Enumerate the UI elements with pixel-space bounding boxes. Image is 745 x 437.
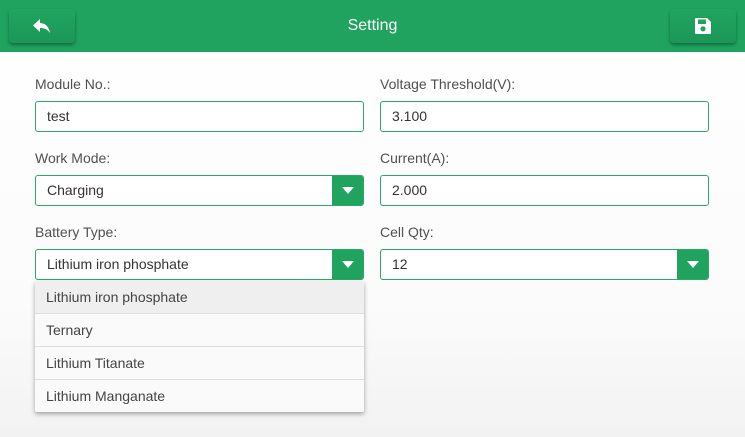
cell-qty-select[interactable]: 12 [380, 249, 709, 280]
module-no-label: Module No.: [35, 76, 111, 92]
battery-type-value: Lithium iron phosphate [47, 256, 189, 272]
page-title: Setting [347, 17, 398, 34]
save-icon [694, 17, 712, 35]
save-button[interactable] [670, 9, 736, 43]
dropdown-option-ternary[interactable]: Ternary [35, 314, 364, 347]
chevron-down-icon [686, 261, 699, 268]
current-value: 2.000 [392, 182, 428, 198]
current-input[interactable]: 2.000 [380, 175, 709, 206]
cell-qty-dropdown-button[interactable] [677, 250, 708, 279]
work-mode-select[interactable]: Charging [35, 175, 364, 206]
voltage-threshold-input[interactable]: 3.100 [380, 101, 709, 132]
voltage-threshold-label: Voltage Threshold(V): [380, 76, 516, 92]
cell-qty-label: Cell Qty: [380, 224, 434, 240]
work-mode-dropdown-button[interactable] [332, 176, 363, 205]
battery-type-dropdown-button[interactable] [332, 250, 363, 279]
top-bar: Setting [0, 0, 745, 52]
work-mode-label: Work Mode: [35, 150, 111, 166]
battery-type-label: Battery Type: [35, 224, 118, 240]
module-no-value: test [47, 108, 70, 124]
chevron-down-icon [341, 187, 354, 194]
work-mode-value: Charging [47, 182, 104, 198]
back-arrow-icon [32, 18, 52, 34]
current-label: Current(A): [380, 150, 450, 166]
cell-qty-value: 12 [392, 256, 408, 272]
chevron-down-icon [341, 261, 354, 268]
back-button[interactable] [9, 9, 75, 43]
module-no-input[interactable]: test [35, 101, 364, 132]
dropdown-option-lithium-manganate[interactable]: Lithium Manganate [35, 380, 364, 413]
dropdown-option-lithium-iron-phosphate[interactable]: Lithium iron phosphate [35, 281, 364, 314]
battery-type-dropdown-list: Lithium iron phosphate Ternary Lithium T… [35, 281, 364, 412]
dropdown-option-lithium-titanate[interactable]: Lithium Titanate [35, 347, 364, 380]
voltage-threshold-value: 3.100 [392, 108, 428, 124]
battery-type-select[interactable]: Lithium iron phosphate [35, 249, 364, 280]
